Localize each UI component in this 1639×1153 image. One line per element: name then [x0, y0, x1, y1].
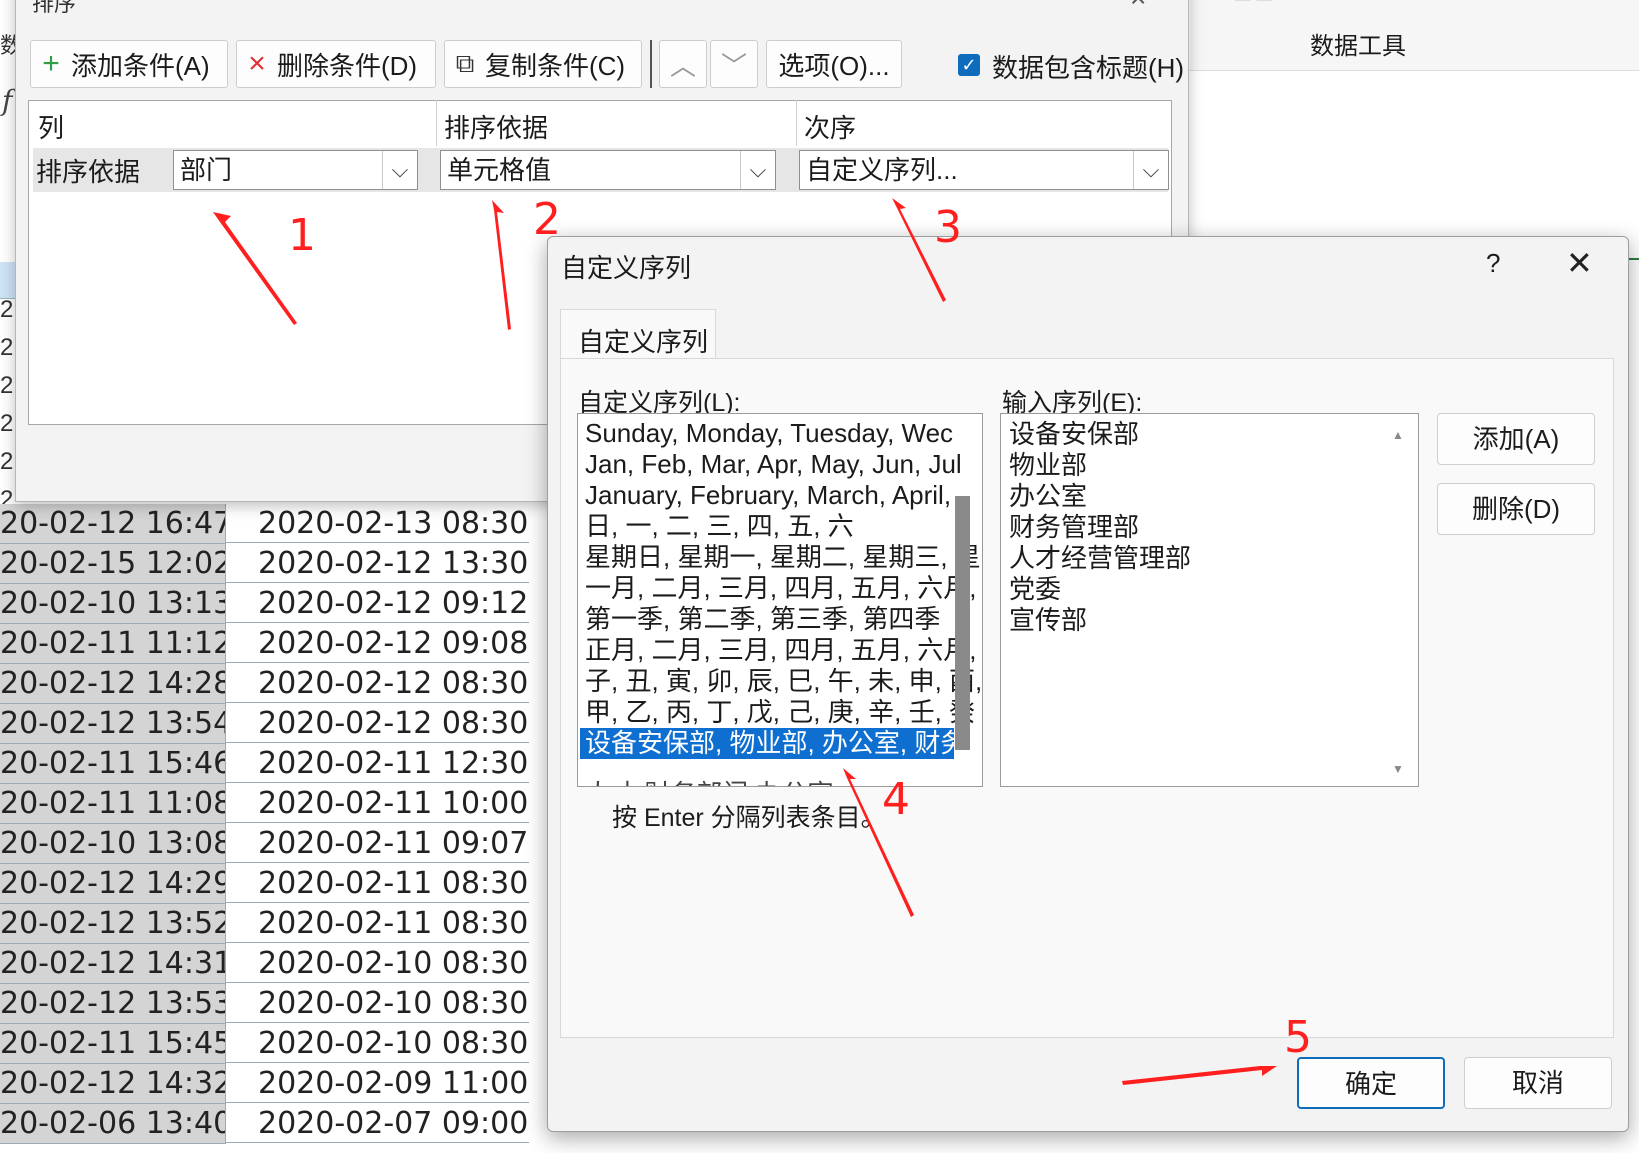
annotation-label-4: 4 — [882, 774, 910, 825]
annotation-arrow-2 — [492, 200, 511, 330]
annotation-arrow-1 — [213, 212, 297, 325]
annotation-label-2: 2 — [533, 194, 561, 245]
annotation-label-5: 5 — [1284, 1012, 1312, 1063]
annotation-label-1: 1 — [288, 210, 316, 261]
annotation-arrow-5 — [1122, 1066, 1277, 1085]
annotation-label-3: 3 — [934, 202, 962, 253]
annotation-layer — [213, 198, 1277, 1085]
